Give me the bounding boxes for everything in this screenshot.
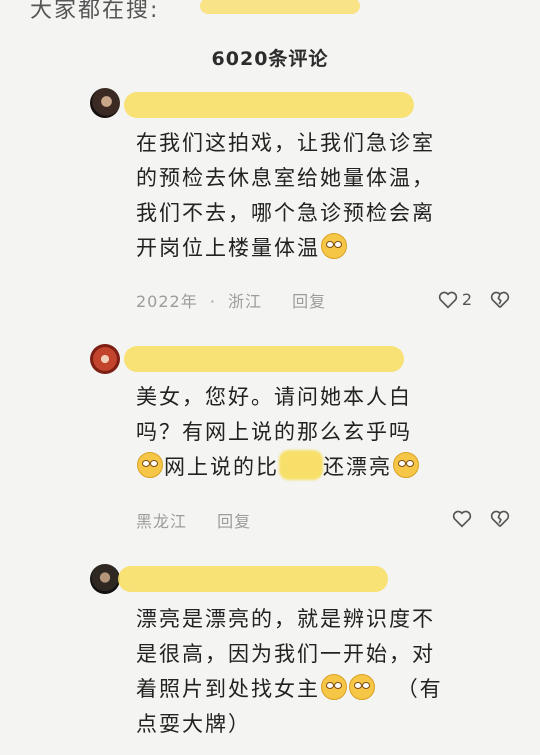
avatar[interactable]: [90, 564, 120, 594]
comment-meta: 2022年 · 浙江 回复: [136, 292, 327, 311]
laughing-tears-emoji: [321, 233, 347, 259]
like-button[interactable]: 2: [438, 290, 472, 309]
broken-heart-icon[interactable]: [490, 510, 510, 528]
heart-icon: [438, 291, 457, 309]
avatar[interactable]: [90, 344, 120, 374]
username-redaction: [118, 566, 388, 592]
comment-count: 6020条评论: [211, 48, 329, 70]
laughing-tears-emoji: [349, 674, 375, 700]
laughing-tears-emoji: [321, 674, 347, 700]
fainting-emoji: [393, 452, 419, 478]
heart-icon[interactable]: [452, 510, 472, 528]
comment-text: 在我们这拍戏，让我们急诊室 的预检去休息室给她量体温， 我们不去，哪个急诊预检会…: [136, 131, 435, 260]
like-count: 2: [461, 290, 472, 309]
comment-region: 浙江: [228, 292, 263, 311]
comments-page: 大家都在搜: 6020条评论 在我们这拍戏，让我们急诊室 的预检去休息室给她量体…: [0, 0, 540, 755]
username-redaction: [124, 346, 404, 372]
reply-button[interactable]: 回复: [292, 292, 326, 311]
comment-actions: [452, 510, 510, 528]
reply-button[interactable]: 回复: [217, 512, 251, 531]
broken-heart-icon[interactable]: [490, 291, 510, 309]
surprised-emoji: [137, 452, 163, 478]
comment-text: 漂亮是漂亮的，就是辨识度不 是很高，因为我们一开始，对 着照片到处找女主 （有 …: [136, 607, 443, 736]
username-redaction: [124, 92, 414, 118]
hot-search-label: 大家都在搜:: [30, 0, 160, 23]
comment-text: 美女，您好。请问她本人白 吗？有网上说的那么玄乎吗 网上说的比 还漂亮: [136, 380, 516, 485]
redaction-blur: [279, 450, 323, 480]
comment-region: 黑龙江: [136, 512, 188, 531]
comment-meta: 黑龙江 回复: [136, 508, 257, 532]
avatar[interactable]: [90, 88, 120, 118]
comment-date: 2022年: [136, 292, 198, 311]
comment-actions: 2: [438, 290, 510, 309]
redaction-mark: [200, 0, 360, 14]
